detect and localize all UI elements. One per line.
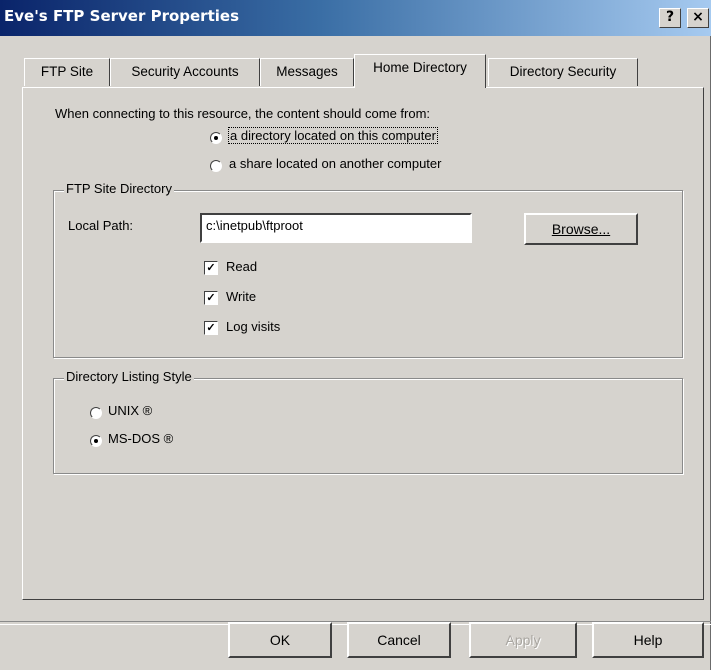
local-path-label: Local Path:	[68, 218, 134, 233]
radio-network-share[interactable]	[210, 160, 222, 172]
write-label[interactable]: Write	[226, 289, 256, 304]
content-source-label: When connecting to this resource, the co…	[55, 106, 431, 121]
properties-dialog: Eve's FTP Server Properties ? × FTP Site…	[0, 0, 711, 670]
tab-messages[interactable]: Messages	[260, 58, 354, 86]
browse-button[interactable]: Browse...	[524, 213, 638, 245]
log-visits-checkbox[interactable]: ✓	[204, 321, 218, 335]
help-icon[interactable]: ?	[659, 8, 682, 28]
radio-local-directory[interactable]	[210, 132, 222, 144]
radio-unix[interactable]	[90, 407, 102, 419]
local-path-input[interactable]: c:\inetpub\ftproot	[200, 213, 472, 243]
tab-directory-security[interactable]: Directory Security	[488, 58, 638, 86]
read-label[interactable]: Read	[226, 259, 257, 274]
directory-listing-style-label: Directory Listing Style	[64, 369, 194, 384]
local-directory-option-label[interactable]: a directory located on this computer	[228, 127, 438, 144]
directory-listing-style-group: Directory Listing Style UNIX ® MS-DOS ®	[53, 369, 683, 474]
read-checkbox[interactable]: ✓	[204, 261, 218, 275]
title-bar[interactable]: Eve's FTP Server Properties ? ×	[0, 0, 711, 36]
home-directory-panel: When connecting to this resource, the co…	[22, 87, 704, 600]
tab-home-directory[interactable]: Home Directory	[354, 54, 486, 88]
ftp-site-directory-group: FTP Site Directory Local Path: c:\inetpu…	[53, 181, 683, 358]
ms-dos-option-label[interactable]: MS-DOS ®	[108, 431, 173, 446]
write-checkbox[interactable]: ✓	[204, 291, 218, 305]
title-buttons: ? ×	[657, 8, 709, 28]
ftp-site-directory-label: FTP Site Directory	[64, 181, 174, 196]
cancel-button[interactable]: Cancel	[347, 622, 451, 658]
network-share-option-label[interactable]: a share located on another computer	[229, 156, 441, 171]
radio-ms-dos[interactable]	[90, 435, 102, 447]
help-button[interactable]: Help	[592, 622, 704, 658]
tab-ftp-site[interactable]: FTP Site	[24, 58, 110, 86]
apply-button[interactable]: Apply	[469, 622, 577, 658]
window-title: Eve's FTP Server Properties	[4, 7, 239, 25]
ok-button[interactable]: OK	[228, 622, 332, 658]
unix-option-label[interactable]: UNIX ®	[108, 403, 152, 418]
tab-security-accounts[interactable]: Security Accounts	[110, 58, 260, 86]
close-icon[interactable]: ×	[687, 8, 709, 28]
log-visits-label[interactable]: Log visits	[226, 319, 280, 334]
